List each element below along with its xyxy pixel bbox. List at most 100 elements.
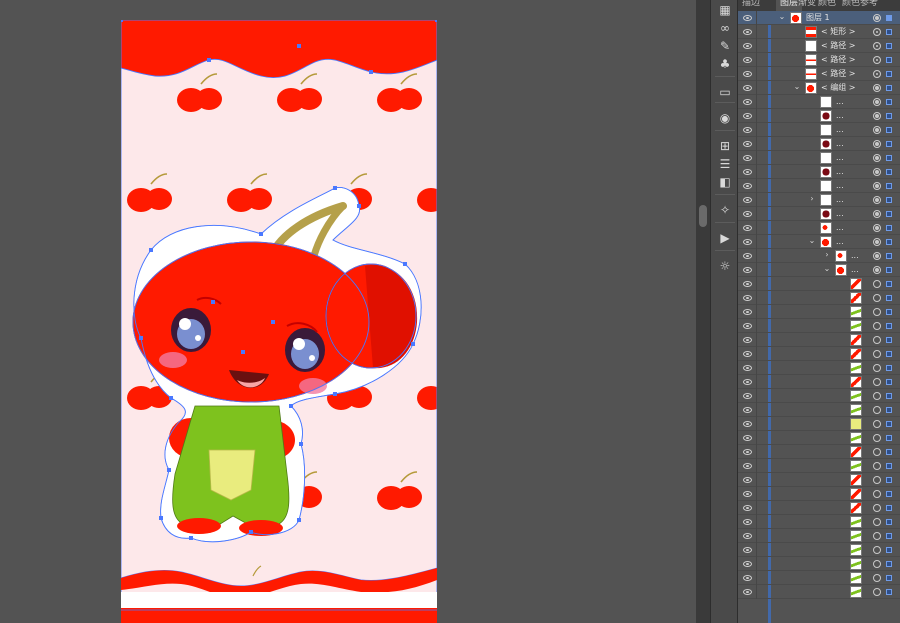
- lock-column[interactable]: [756, 571, 757, 585]
- top-wave-band[interactable]: [121, 20, 437, 78]
- target-appearance-icon[interactable]: [873, 364, 881, 372]
- lock-column[interactable]: [756, 319, 757, 333]
- panel-tab[interactable]: 颜色: [818, 0, 836, 11]
- visibility-eye-icon[interactable]: [743, 519, 752, 525]
- target-appearance-icon[interactable]: [873, 252, 881, 260]
- target-appearance-icon[interactable]: [873, 98, 881, 106]
- layer-row[interactable]: [738, 291, 900, 305]
- selection-square[interactable]: [886, 407, 892, 413]
- layer-row[interactable]: [738, 375, 900, 389]
- target-appearance-icon[interactable]: [873, 168, 881, 176]
- gradient-icon[interactable]: ▭: [716, 84, 734, 100]
- layer-row[interactable]: ⌄...: [738, 263, 900, 277]
- visibility-eye-icon[interactable]: [743, 197, 752, 203]
- lock-column[interactable]: [756, 333, 757, 347]
- selection-square[interactable]: [886, 477, 892, 483]
- selection-square[interactable]: [886, 85, 892, 91]
- visibility-eye-icon[interactable]: [743, 183, 752, 189]
- visibility-eye-icon[interactable]: [743, 99, 752, 105]
- chevron-down-icon[interactable]: ⌄: [823, 264, 831, 273]
- visibility-eye-icon[interactable]: [743, 365, 752, 371]
- target-appearance-icon[interactable]: [873, 140, 881, 148]
- panel-tab[interactable]: 描边: [742, 0, 760, 11]
- target-appearance-icon[interactable]: [873, 420, 881, 428]
- chevron-down-icon[interactable]: ⌄: [778, 12, 786, 21]
- layer-row[interactable]: [738, 319, 900, 333]
- layer-row[interactable]: ...: [738, 123, 900, 137]
- layer-row[interactable]: [738, 515, 900, 529]
- selection-square[interactable]: [886, 365, 892, 371]
- layer-row[interactable]: [738, 445, 900, 459]
- panel-tab[interactable]: 颜色参考: [842, 0, 878, 11]
- target-appearance-icon[interactable]: [873, 448, 881, 456]
- target-appearance-icon[interactable]: [873, 504, 881, 512]
- target-appearance-icon[interactable]: [873, 112, 881, 120]
- layer-name[interactable]: < 路径 >: [821, 67, 856, 81]
- visibility-eye-icon[interactable]: [743, 575, 752, 581]
- visibility-eye-icon[interactable]: [743, 477, 752, 483]
- pathfinder-icon[interactable]: ◧: [716, 174, 734, 190]
- selection-square[interactable]: [886, 351, 892, 357]
- target-appearance-icon[interactable]: [873, 182, 881, 190]
- lock-column[interactable]: [756, 249, 757, 263]
- target-appearance-icon[interactable]: [873, 546, 881, 554]
- selection-square[interactable]: [886, 533, 892, 539]
- layer-name[interactable]: ...: [836, 165, 844, 179]
- lock-column[interactable]: [756, 81, 757, 95]
- layer-name[interactable]: ...: [836, 123, 844, 137]
- target-appearance-icon[interactable]: [873, 532, 881, 540]
- target-appearance-icon[interactable]: [873, 196, 881, 204]
- canvas-vertical-scrollbar[interactable]: [696, 0, 710, 623]
- layer-row[interactable]: [738, 389, 900, 403]
- lock-column[interactable]: [756, 585, 757, 599]
- layer-name[interactable]: 图层 1: [806, 11, 830, 25]
- layer-row[interactable]: [738, 557, 900, 571]
- layer-name[interactable]: < 路径 >: [821, 39, 856, 53]
- layer-name[interactable]: ...: [836, 207, 844, 221]
- lock-column[interactable]: [756, 137, 757, 151]
- selection-square[interactable]: [886, 43, 892, 49]
- visibility-eye-icon[interactable]: [743, 15, 752, 21]
- layer-row[interactable]: ...: [738, 151, 900, 165]
- layer-row[interactable]: < 矩形 >: [738, 25, 900, 39]
- lock-column[interactable]: [756, 109, 757, 123]
- lock-column[interactable]: [756, 375, 757, 389]
- layer-name[interactable]: ...: [836, 151, 844, 165]
- selection-square[interactable]: [886, 323, 892, 329]
- lock-column[interactable]: [756, 347, 757, 361]
- lock-column[interactable]: [756, 543, 757, 557]
- chevron-right-icon[interactable]: ›: [808, 194, 816, 203]
- selection-square[interactable]: [886, 589, 892, 595]
- selection-square[interactable]: [886, 491, 892, 497]
- selection-square[interactable]: [886, 379, 892, 385]
- selection-square[interactable]: [886, 71, 892, 77]
- visibility-eye-icon[interactable]: [743, 155, 752, 161]
- lock-column[interactable]: [756, 417, 757, 431]
- selection-square[interactable]: [886, 113, 892, 119]
- target-appearance-icon[interactable]: [873, 70, 881, 78]
- target-appearance-icon[interactable]: [873, 476, 881, 484]
- visibility-eye-icon[interactable]: [743, 113, 752, 119]
- visibility-eye-icon[interactable]: [743, 337, 752, 343]
- layer-row[interactable]: [738, 403, 900, 417]
- layer-row[interactable]: ...: [738, 179, 900, 193]
- selection-square[interactable]: [886, 421, 892, 427]
- target-appearance-icon[interactable]: [873, 28, 881, 36]
- selection-square[interactable]: [886, 547, 892, 553]
- layer-name[interactable]: < 路径 >: [821, 53, 856, 67]
- lock-column[interactable]: [756, 11, 757, 25]
- panel-tab[interactable]: 渐变: [798, 0, 816, 11]
- chevron-down-icon[interactable]: ⌄: [793, 82, 801, 91]
- layer-row[interactable]: ...: [738, 137, 900, 151]
- lock-column[interactable]: [756, 361, 757, 375]
- lock-column[interactable]: [756, 529, 757, 543]
- document-canvas[interactable]: [0, 0, 696, 623]
- layer-row[interactable]: ⌄ 图层 1: [738, 11, 900, 25]
- layer-name[interactable]: ...: [851, 249, 859, 263]
- selection-square[interactable]: [886, 253, 892, 259]
- target-appearance-icon[interactable]: [873, 336, 881, 344]
- target-appearance-icon[interactable]: [873, 294, 881, 302]
- selection-square[interactable]: [886, 127, 892, 133]
- layer-name[interactable]: ...: [836, 95, 844, 109]
- layer-row[interactable]: [738, 305, 900, 319]
